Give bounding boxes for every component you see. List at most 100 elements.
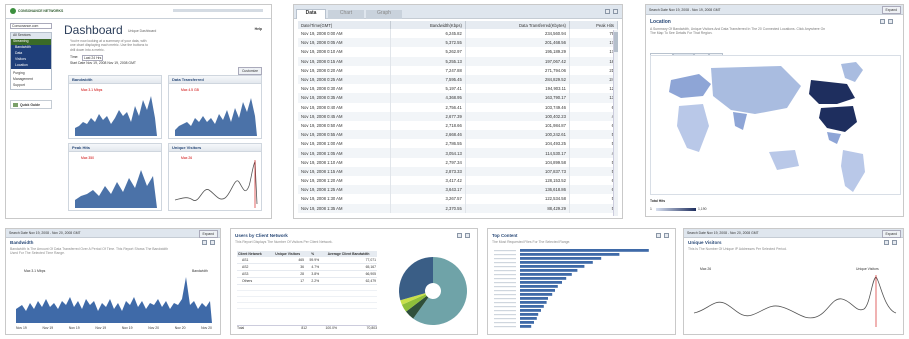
topcontent-print-icon[interactable] xyxy=(656,233,661,238)
users-close-icon[interactable] xyxy=(465,233,470,238)
table-row[interactable]: Nov 19, 2008 1:35 AM2,370.5588,429.295 xyxy=(298,203,619,213)
content-bar[interactable] xyxy=(520,325,532,328)
users-cell: 66,905 xyxy=(320,270,377,278)
scrollbar-thumb[interactable] xyxy=(614,32,618,52)
table-row[interactable]: Nov 19, 2008 0:15 AM 5,255.13 197,067.42 18 xyxy=(298,56,619,66)
pie-slice[interactable] xyxy=(399,257,433,301)
world-map[interactable] xyxy=(650,55,901,195)
table-row[interactable]: Nov 19, 2008 1:00 AM2,786.55104,493.255 xyxy=(298,139,619,149)
table-row[interactable]: Nov 19, 2008 0:35 AM 4,368.95 163,790.17 13 xyxy=(298,93,619,103)
column-header[interactable]: Date/Time(GMT) xyxy=(298,21,391,29)
location-screenshot: Search Date Nov 19, 2008 - Nov 19, 2008 … xyxy=(645,4,904,217)
tab-graph[interactable]: Graph xyxy=(366,10,402,19)
table-row[interactable]: Nov 19, 2008 1:15 AM2,873.33107,837.735 xyxy=(298,166,619,176)
table-row[interactable]: Nov 19, 2008 0:00 AM 6,245.82 234,560.94 79 xyxy=(298,29,619,39)
visitors-close-icon[interactable] xyxy=(892,240,897,245)
content-bar[interactable] xyxy=(520,261,593,264)
table-cell: 197,067.42 xyxy=(465,56,570,66)
content-bar[interactable] xyxy=(520,317,537,320)
visitors-expand-button[interactable]: Expand xyxy=(881,230,901,238)
column-header[interactable]: Data Transferred(Kbytes) xyxy=(465,21,570,29)
chart-panel-data: Data Transferred Max 4.5 GB xyxy=(168,75,262,139)
table-cell: 24 xyxy=(569,74,619,85)
table-cell: 2,677.39 xyxy=(390,111,466,121)
table-cell: 6 xyxy=(569,185,619,195)
bandwidth-close-icon[interactable] xyxy=(210,240,215,245)
content-bar[interactable] xyxy=(520,253,620,256)
bar-label xyxy=(494,314,516,316)
tab-data[interactable]: Data xyxy=(296,9,326,19)
location-expand-button[interactable]: Expand xyxy=(881,6,901,14)
users-pie-chart[interactable] xyxy=(393,251,473,331)
content-bar[interactable] xyxy=(520,313,539,316)
table-row[interactable]: Nov 19, 2008 0:10 AM 5,262.97 195,189.29 17 xyxy=(298,47,619,57)
users-row[interactable]: Others 17 2.2% 62,479 xyxy=(237,277,377,285)
table-row[interactable]: Nov 19, 2008 1:30 AM3,267.57122,534.585 xyxy=(298,194,619,204)
table-row[interactable]: Nov 19, 2008 0:45 AM2,677.39100,402.234 xyxy=(298,111,619,121)
users-row[interactable]: AS3 28 3.8% 66,905 xyxy=(237,270,377,278)
bandwidth-peak: Max 3.1 Mbps xyxy=(24,269,46,273)
help-link[interactable]: Help xyxy=(255,27,262,31)
column-header[interactable]: Peak Hits xyxy=(569,21,619,29)
content-bar[interactable] xyxy=(520,289,555,292)
content-bar[interactable] xyxy=(520,281,562,284)
dashboard-main: Dashboard Unique Dashboard Help You're n… xyxy=(58,21,268,216)
content-bar[interactable] xyxy=(520,277,567,280)
users-row[interactable]: AS2 36 4.7% 65,167 xyxy=(237,263,377,271)
content-bar[interactable] xyxy=(520,297,548,300)
content-bar[interactable] xyxy=(520,305,544,308)
location-close-icon[interactable] xyxy=(888,19,893,24)
customize-button[interactable]: Customize xyxy=(237,67,262,75)
bar-label xyxy=(494,326,516,328)
content-bar[interactable] xyxy=(520,249,649,252)
bandwidth-area-chart xyxy=(16,277,212,323)
column-header[interactable]: Bandwidth(Kbps) xyxy=(390,21,466,29)
content-bar[interactable] xyxy=(520,309,541,312)
visitors-print-icon[interactable] xyxy=(884,240,889,245)
bar-label xyxy=(494,322,516,324)
map-region-canada xyxy=(809,80,855,104)
sidebar-item-location[interactable]: Location xyxy=(11,63,51,69)
tab-chart[interactable]: Chart xyxy=(328,10,364,19)
map-region-africa xyxy=(677,104,709,152)
table-scrollbar[interactable] xyxy=(613,30,618,216)
content-bar[interactable] xyxy=(520,285,558,288)
sidebar-item-support[interactable]: Support xyxy=(11,83,51,89)
area-chart-data xyxy=(175,98,257,136)
table-row[interactable]: Nov 19, 2008 0:50 AM2,718.66101,984.876 xyxy=(298,120,619,131)
table-cell: 122,534.58 xyxy=(465,194,570,204)
visitors-range: Search Date Nov 19, 2008 - Nov 20, 2008 … xyxy=(687,231,759,235)
brand-logo[interactable] xyxy=(10,8,16,14)
content-bar[interactable] xyxy=(520,273,572,276)
users-print-icon[interactable] xyxy=(457,233,462,238)
table-row[interactable]: Nov 19, 2008 1:05 AM3,054.13114,530.174 xyxy=(298,148,619,158)
close-icon[interactable] xyxy=(613,9,618,14)
header-links[interactable] xyxy=(173,9,263,12)
content-bar[interactable] xyxy=(520,293,553,296)
table-row[interactable]: Nov 19, 2008 0:30 AM 5,197.41 194,903.11 12 xyxy=(298,84,619,94)
bandwidth-print-icon[interactable] xyxy=(202,240,207,245)
x-tick: Nov 19 xyxy=(16,326,27,330)
table-row[interactable]: Nov 19, 2008 1:25 AM3,643.17136,618.866 xyxy=(298,185,619,195)
location-print-icon[interactable] xyxy=(880,19,885,24)
export-icon[interactable] xyxy=(605,9,610,14)
table-row[interactable]: Nov 19, 2008 1:20 AM3,417.42128,153.526 xyxy=(298,176,619,186)
bandwidth-expand-button[interactable]: Expand xyxy=(198,230,218,238)
quick-guide-label: Quick Guide xyxy=(20,103,40,107)
table-row[interactable]: Nov 19, 2008 0:40 AM2,756.41103,749.466 xyxy=(298,102,619,112)
table-cell: 136,618.86 xyxy=(465,185,570,195)
table-row[interactable]: Nov 19, 2008 0:55 AM2,668.46100,242.615 xyxy=(298,130,619,140)
table-cell: 5 xyxy=(569,194,619,204)
content-bar[interactable] xyxy=(520,265,585,268)
table-row[interactable]: Nov 19, 2008 0:05 AM 5,372.55 201,468.56 17 xyxy=(298,38,619,48)
content-bar[interactable] xyxy=(520,257,602,260)
account-select[interactable]: Consonance.com xyxy=(10,23,52,29)
content-bar[interactable] xyxy=(520,269,578,272)
quick-guide[interactable]: Quick Guide xyxy=(10,100,52,109)
table-row[interactable]: Nov 19, 2008 0:25 AM 7,595.45 284,829.52 24 xyxy=(298,74,619,85)
content-bar[interactable] xyxy=(520,321,534,324)
topcontent-close-icon[interactable] xyxy=(664,233,669,238)
content-bar[interactable] xyxy=(520,301,547,304)
table-row[interactable]: Nov 19, 2008 0:20 AM 7,247.88 271,794.06 21 xyxy=(298,65,619,75)
table-row[interactable]: Nov 19, 2008 1:10 AM2,797.34104,899.585 xyxy=(298,157,619,167)
